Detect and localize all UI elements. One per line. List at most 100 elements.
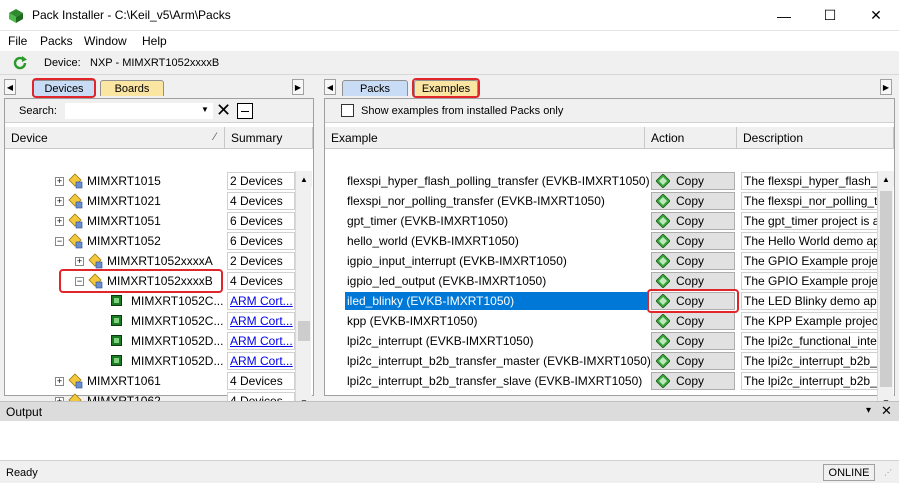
- copy-example-button[interactable]: Copy: [651, 352, 735, 370]
- summary-link[interactable]: ARM Cort...: [227, 312, 295, 330]
- tab-examples[interactable]: Examples: [414, 80, 478, 96]
- device-scrollbar[interactable]: ▲ ▼: [295, 171, 312, 411]
- copy-example-button[interactable]: Copy: [651, 292, 735, 310]
- collapse-icon[interactable]: −: [55, 237, 64, 246]
- device-row[interactable]: MIMXRT1052C... ARM Cort...: [5, 291, 295, 311]
- menu-window[interactable]: Window: [84, 34, 127, 48]
- example-description: The KPP Example project: [741, 312, 879, 330]
- example-row[interactable]: lpi2c_interrupt_b2b_transfer_master (EVK…: [325, 351, 879, 371]
- pin-icon[interactable]: ▾: [866, 405, 871, 416]
- device-row[interactable]: + MIMXRT1051 6 Devices: [5, 211, 295, 231]
- example-row[interactable]: hello_world (EVKB-IMXRT1050) Copy The Hell…: [325, 231, 879, 251]
- example-name: iled_blinky (EVKB-IMXRT1050): [345, 292, 647, 310]
- device-family-icon: [88, 253, 103, 269]
- scroll-up-icon[interactable]: ▲: [296, 171, 312, 187]
- tab-boards[interactable]: Boards: [100, 80, 164, 96]
- collapse-all-icon[interactable]: [237, 103, 253, 119]
- example-name: hello_world (EVKB-IMXRT1050): [347, 234, 519, 248]
- copy-example-button[interactable]: Copy: [651, 272, 735, 290]
- output-close-icon[interactable]: ✕: [881, 403, 892, 419]
- expand-icon[interactable]: +: [55, 217, 64, 226]
- menu-file[interactable]: File: [8, 34, 27, 48]
- example-row[interactable]: igpio_input_interrupt (EVKB-IMXRT1050) Co…: [325, 251, 879, 271]
- expand-icon[interactable]: +: [55, 177, 64, 186]
- device-row[interactable]: − MIMXRT1052 6 Devices: [5, 231, 295, 251]
- copy-label: Copy: [676, 254, 705, 268]
- chip-icon: [111, 295, 122, 306]
- col-device-label: Device: [11, 131, 48, 145]
- collapse-icon[interactable]: −: [75, 277, 84, 286]
- copy-diamond-icon: [656, 374, 670, 388]
- clear-search-icon[interactable]: ✕: [216, 101, 231, 119]
- example-grid-header: Example Action Description: [325, 127, 894, 149]
- example-row[interactable]: iled_blinky (EVKB-IMXRT1050) Copy The LED …: [325, 291, 879, 311]
- copy-example-button[interactable]: Copy: [651, 172, 735, 190]
- example-description: The GPIO Example projec: [741, 252, 879, 270]
- tab-scroll-right-icon[interactable]: ▶: [880, 79, 892, 95]
- scroll-thumb[interactable]: [880, 191, 892, 387]
- device-toolbar: Device: NXP - MIMXRT1052xxxxB: [0, 51, 899, 75]
- device-row[interactable]: MIMXRT1052D... ARM Cort...: [5, 351, 295, 371]
- tab-scroll-left-icon[interactable]: ◀: [324, 79, 336, 95]
- col-device[interactable]: Device ⁄: [5, 127, 225, 149]
- col-example-label: Example: [331, 131, 378, 145]
- scroll-up-icon[interactable]: ▲: [878, 171, 894, 187]
- refresh-icon[interactable]: [12, 55, 28, 71]
- summary-link[interactable]: ARM Cort...: [227, 332, 295, 350]
- chip-icon: [111, 335, 122, 346]
- installed-only-checkbox[interactable]: [341, 104, 354, 117]
- output-area[interactable]: [0, 421, 899, 461]
- tab-devices[interactable]: Devices: [32, 80, 96, 96]
- example-row[interactable]: gpt_timer (EVKB-IMXRT1050) Copy The gpt_ti…: [325, 211, 879, 231]
- search-input[interactable]: [65, 103, 213, 119]
- search-dropdown-icon[interactable]: ▼: [201, 105, 209, 114]
- example-row[interactable]: flexspi_hyper_flash_polling_transfer (EV…: [325, 171, 879, 191]
- expand-icon[interactable]: +: [55, 197, 64, 206]
- resize-grip-icon[interactable]: ⋰: [884, 468, 896, 480]
- copy-example-button[interactable]: Copy: [651, 332, 735, 350]
- col-example[interactable]: Example: [325, 127, 645, 149]
- col-action[interactable]: Action: [645, 127, 737, 149]
- example-row[interactable]: igpio_led_output (EVKB-IMXRT1050) Copy The…: [325, 271, 879, 291]
- scroll-thumb[interactable]: [298, 321, 310, 341]
- example-row[interactable]: flexspi_nor_polling_transfer (EVKB-IMXRT…: [325, 191, 879, 211]
- device-row[interactable]: + MIMXRT1061 4 Devices: [5, 371, 295, 391]
- device-name: MIMXRT1052xxxxB: [107, 274, 213, 288]
- summary-cell: 6 Devices: [227, 212, 295, 230]
- copy-example-button[interactable]: Copy: [651, 192, 735, 210]
- menu-help[interactable]: Help: [142, 34, 167, 48]
- minimize-button[interactable]: —: [761, 0, 807, 31]
- example-name: flexspi_nor_polling_transfer (EVKB-IMXRT…: [347, 194, 605, 208]
- col-description[interactable]: Description: [737, 127, 894, 149]
- device-row[interactable]: − MIMXRT1052xxxxB 4 Devices: [5, 271, 295, 291]
- copy-diamond-icon: [656, 334, 670, 348]
- tab-scroll-left-icon[interactable]: ◀: [4, 79, 16, 95]
- maximize-button[interactable]: ☐: [807, 0, 853, 31]
- right-tabstrip: ◀ Packs Examples ▶: [322, 78, 897, 98]
- copy-example-button[interactable]: Copy: [651, 372, 735, 390]
- summary-link[interactable]: ARM Cort...: [227, 292, 295, 310]
- example-description: The GPIO Example projec: [741, 272, 879, 290]
- device-row[interactable]: MIMXRT1052D... ARM Cort...: [5, 331, 295, 351]
- summary-link[interactable]: ARM Cort...: [227, 352, 295, 370]
- copy-example-button[interactable]: Copy: [651, 252, 735, 270]
- device-row[interactable]: + MIMXRT1015 2 Devices: [5, 171, 295, 191]
- device-row[interactable]: MIMXRT1052C... ARM Cort...: [5, 311, 295, 331]
- copy-example-button[interactable]: Copy: [651, 232, 735, 250]
- example-row[interactable]: lpi2c_interrupt_b2b_transfer_slave (EVKB…: [325, 371, 879, 391]
- expand-icon[interactable]: +: [75, 257, 84, 266]
- menu-packs[interactable]: Packs: [40, 34, 73, 48]
- tab-packs[interactable]: Packs: [342, 80, 408, 96]
- example-row[interactable]: kpp (EVKB-IMXRT1050) Copy The KPP Example …: [325, 311, 879, 331]
- example-row[interactable]: lpi2c_interrupt (EVKB-IMXRT1050) Copy The …: [325, 331, 879, 351]
- col-summary[interactable]: Summary: [225, 127, 313, 149]
- example-scrollbar[interactable]: ▲ ▼: [877, 171, 894, 411]
- copy-diamond-icon: [656, 174, 670, 188]
- close-button[interactable]: ✕: [853, 0, 899, 31]
- tab-scroll-right-icon[interactable]: ▶: [292, 79, 304, 95]
- device-row[interactable]: + MIMXRT1052xxxxA 2 Devices: [5, 251, 295, 271]
- copy-example-button[interactable]: Copy: [651, 312, 735, 330]
- expand-icon[interactable]: +: [55, 377, 64, 386]
- copy-example-button[interactable]: Copy: [651, 212, 735, 230]
- device-row[interactable]: + MIMXRT1021 4 Devices: [5, 191, 295, 211]
